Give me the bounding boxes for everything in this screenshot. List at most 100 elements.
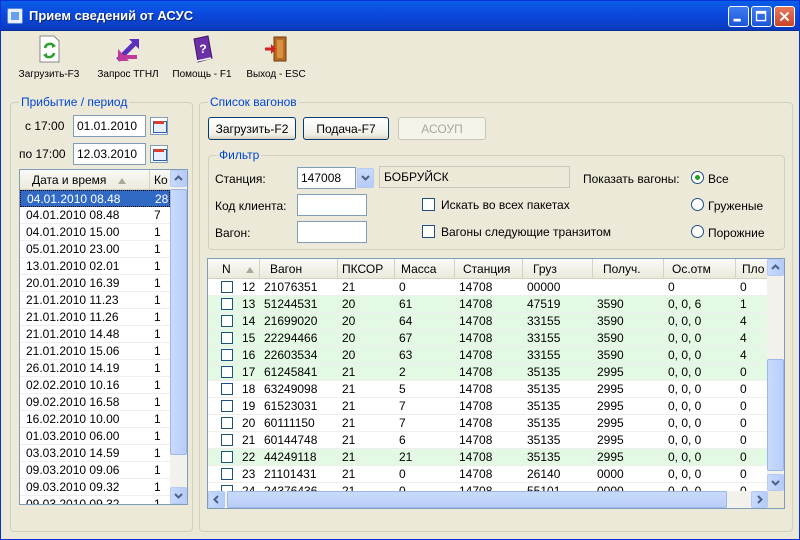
wagon-row[interactable]: 13 51244531 20 61 14708 47519 3590 0, 0, 6 1 <box>208 296 767 313</box>
from-date-input[interactable]: 01.01.2010 <box>73 115 146 137</box>
arrival-row[interactable]: 09.02.2010 16.58 1 <box>20 394 170 411</box>
exit-esc-button[interactable]: Выход - ESC <box>241 35 311 80</box>
wagon-row-checkbox[interactable] <box>221 400 233 412</box>
arrival-row[interactable]: 21.01.2010 11.26 1 <box>20 309 170 326</box>
arrival-list[interactable]: Дата и время Ко 04.01.2010 08.48 28 04.01.… <box>19 169 188 505</box>
wagon-row-checkbox[interactable] <box>221 349 233 361</box>
radio-all[interactable] <box>691 171 704 184</box>
col-pl[interactable]: Пло <box>736 259 768 279</box>
wagon-row-checkbox[interactable] <box>221 298 233 310</box>
wagon-row[interactable]: 15 22294466 20 67 14708 33155 3590 0, 0, 0 4 <box>208 330 767 347</box>
arrival-row[interactable]: 16.02.2010 10.00 1 <box>20 411 170 428</box>
wagon-row[interactable]: 16 22603534 20 63 14708 33155 3590 0, 0, 0 4 <box>208 347 767 364</box>
load-f3-button[interactable]: Загрузить-F3 <box>13 35 85 80</box>
wagon-row[interactable]: 12 21076351 21 0 14708 00000 0 0 <box>208 279 767 296</box>
hscroll-thumb[interactable] <box>227 491 727 508</box>
wagon-notes-cell: 0 <box>668 280 675 294</box>
wagon-row-checkbox[interactable] <box>221 451 233 463</box>
wagon-row[interactable]: 18 63249098 21 5 14708 35135 2995 0, 0, 0 0 <box>208 381 767 398</box>
arrival-row[interactable]: 04.01.2010 08.48 28 <box>20 190 170 207</box>
scroll-thumb[interactable] <box>170 189 187 455</box>
wagon-row-checkbox[interactable] <box>221 383 233 395</box>
close-button[interactable] <box>774 6 795 27</box>
wagon-row[interactable]: 14 21699020 20 64 14708 33155 3590 0, 0, 0 4 <box>208 313 767 330</box>
arrival-row[interactable]: 03.03.2010 14.59 1 <box>20 445 170 462</box>
arrival-row[interactable]: 05.01.2010 23.00 1 <box>20 241 170 258</box>
col-station[interactable]: Станция <box>455 259 523 279</box>
arrival-count-cell: 1 <box>154 497 161 505</box>
scroll-thumb[interactable] <box>767 359 784 471</box>
calendar-to-icon[interactable] <box>150 145 168 163</box>
search-all-checkbox[interactable] <box>422 198 435 211</box>
col-recipient[interactable]: Получ. <box>593 259 664 279</box>
station-code-input[interactable]: 147008 <box>297 167 356 189</box>
wagon-row[interactable]: 21 60144748 21 6 14708 35135 2995 0, 0, 0 0 <box>208 432 767 449</box>
request-tgnl-button[interactable]: Запрос ТГНЛ <box>93 35 163 80</box>
col-date-time[interactable]: Дата и время <box>20 170 150 190</box>
calendar-from-icon[interactable] <box>150 117 168 135</box>
arrival-vscroll[interactable] <box>170 170 187 504</box>
asoup-button[interactable]: АСОУП <box>398 117 486 140</box>
wagon-row[interactable]: 17 61245841 21 2 14708 35135 2995 0, 0, 0 0 <box>208 364 767 381</box>
col-wagon[interactable]: Вагон <box>260 259 338 279</box>
arrival-row[interactable]: 21.01.2010 14.48 1 <box>20 326 170 343</box>
wagon-row[interactable]: 23 21101431 21 0 14708 26140 0000 0, 0, 0 0 <box>208 466 767 483</box>
col-mass[interactable]: Масса <box>395 259 455 279</box>
arrival-row[interactable]: 13.01.2010 02.01 1 <box>20 258 170 275</box>
wagon-input[interactable] <box>297 221 367 243</box>
scroll-down-button[interactable] <box>170 487 187 504</box>
transit-checkbox[interactable] <box>422 225 435 238</box>
arrival-row[interactable]: 21.01.2010 15.06 1 <box>20 343 170 360</box>
arrival-row[interactable]: 04.01.2010 08.48 7 <box>20 207 170 224</box>
wagon-pksor-cell: 21 <box>342 280 356 294</box>
wagon-row-checkbox[interactable] <box>221 315 233 327</box>
wagon-vscroll[interactable] <box>767 259 784 491</box>
wagon-pksor-cell: 21 <box>342 399 356 413</box>
arrival-row[interactable]: 09.03.2010 09.32 1 <box>20 496 170 505</box>
scroll-up-button[interactable] <box>170 170 187 187</box>
wagon-grid[interactable]: N Вагон ПКСОР Масса Станция Груз Получ. … <box>207 258 785 509</box>
maximize-button[interactable] <box>751 6 772 27</box>
arrival-row[interactable]: 01.03.2010 06.00 1 <box>20 428 170 445</box>
scroll-down-button[interactable] <box>767 474 784 491</box>
arrival-row[interactable]: 26.01.2010 14.19 1 <box>20 360 170 377</box>
wagon-row-checkbox[interactable] <box>221 332 233 344</box>
arrival-row[interactable]: 21.01.2010 11.23 1 <box>20 292 170 309</box>
col-count[interactable]: Ко <box>150 170 171 190</box>
wagon-row-checkbox[interactable] <box>221 417 233 429</box>
to-date-input[interactable]: 12.03.2010 <box>73 143 146 165</box>
supply-f7-button[interactable]: Подача-F7 <box>303 117 389 140</box>
col-pksor[interactable]: ПКСОР <box>338 259 395 279</box>
arrival-row[interactable]: 20.01.2010 16.39 1 <box>20 275 170 292</box>
col-notes[interactable]: Ос.отм <box>664 259 736 279</box>
col-cargo[interactable]: Груз <box>523 259 593 279</box>
col-n[interactable]: N <box>208 259 260 279</box>
wagon-row-checkbox[interactable] <box>221 281 233 293</box>
radio-empty[interactable] <box>691 225 704 238</box>
station-dropdown-button[interactable] <box>357 168 374 188</box>
help-f1-button[interactable]: ? Помощь - F1 <box>169 35 235 80</box>
wagon-row[interactable]: 20 60111150 21 7 14708 35135 2995 0, 0, 0 0 <box>208 415 767 432</box>
scroll-up-button[interactable] <box>767 259 784 276</box>
scroll-left-button[interactable] <box>208 491 225 508</box>
scroll-right-button[interactable] <box>751 491 768 508</box>
radio-loaded[interactable] <box>691 198 704 211</box>
wagon-row-checkbox[interactable] <box>221 434 233 446</box>
chevron-down-icon <box>771 480 780 486</box>
wagon-row-checkbox[interactable] <box>221 366 233 378</box>
wagon-row[interactable]: 19 61523031 21 7 14708 35135 2995 0, 0, 0 0 <box>208 398 767 415</box>
arrival-row[interactable]: 04.01.2010 15.00 1 <box>20 224 170 241</box>
arrival-date-cell: 02.02.2010 10.16 <box>26 378 120 392</box>
wagon-row[interactable]: 22 44249118 21 21 14708 35135 2995 0, 0, 0 0 <box>208 449 767 466</box>
wagon-row-checkbox[interactable] <box>221 468 233 480</box>
wagon-hscroll[interactable] <box>208 491 768 508</box>
load-f2-button[interactable]: Загрузить-F2 <box>208 117 296 140</box>
client-code-input[interactable] <box>297 194 367 216</box>
minimize-button[interactable] <box>728 6 749 27</box>
wagon-number-cell: 21076351 <box>264 280 318 294</box>
wagon-cargo-cell: 35135 <box>527 382 561 396</box>
arrival-row[interactable]: 09.03.2010 09.06 1 <box>20 462 170 479</box>
arrival-row[interactable]: 02.02.2010 10.16 1 <box>20 377 170 394</box>
arrival-row[interactable]: 09.03.2010 09.32 1 <box>20 479 170 496</box>
title-bar[interactable]: Прием сведений от АСУС <box>1 1 799 31</box>
